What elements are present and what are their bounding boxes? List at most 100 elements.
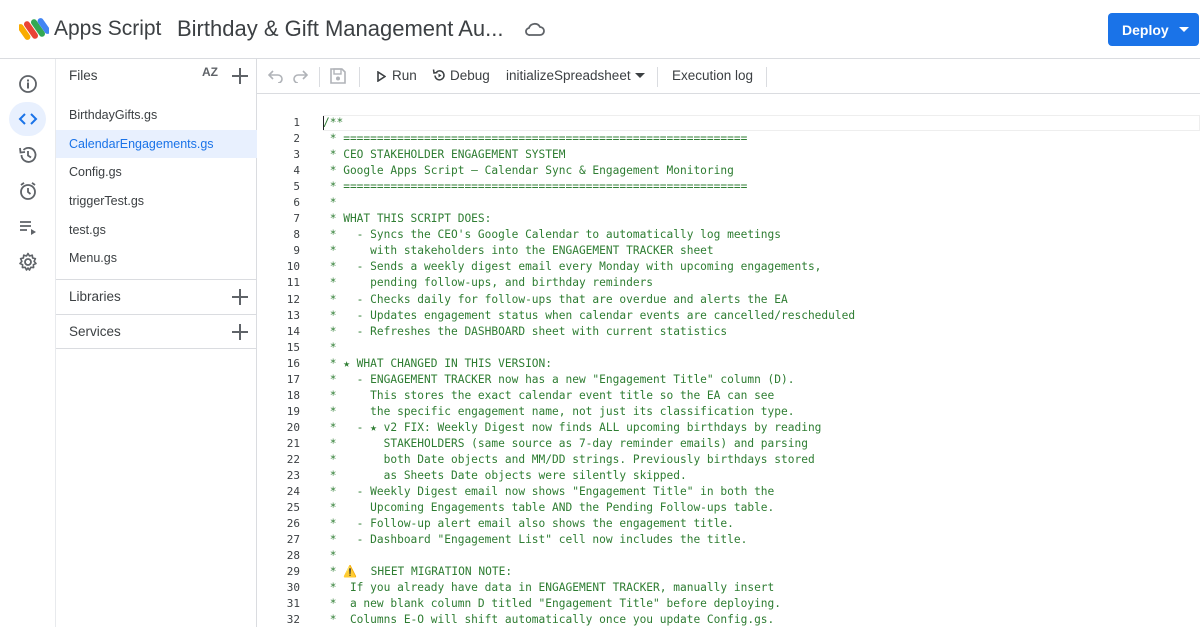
code-line[interactable]: * - Updates engagement status when calen… [323, 308, 855, 324]
line-number: 3 [293, 148, 300, 162]
line-number: 9 [293, 244, 300, 258]
code-line[interactable]: * - Dashboard "Engagement List" cell now… [323, 532, 855, 548]
code-line[interactable]: * - ENGAGEMENT TRACKER now has a new "En… [323, 372, 855, 388]
code-line[interactable]: * Upcoming Engagements table AND the Pen… [323, 500, 855, 516]
code-line[interactable]: * ★ WHAT CHANGED IN THIS VERSION: [323, 356, 855, 372]
settings-icon[interactable] [9, 245, 46, 279]
code-line[interactable]: * - Checks daily for follow-ups that are… [323, 292, 855, 308]
debug-button[interactable]: Debug [450, 68, 490, 83]
sort-az-icon[interactable]: AZ [202, 65, 218, 79]
editor-icon[interactable] [9, 102, 46, 136]
toolbar-divider [657, 67, 658, 87]
cloud-saved-icon [525, 22, 545, 36]
line-number: 28 [286, 549, 300, 563]
line-number: 26 [286, 517, 300, 531]
triggers-icon[interactable] [9, 174, 46, 208]
line-number: 19 [286, 404, 300, 418]
line-number: 6 [293, 196, 300, 210]
line-number: 32 [286, 613, 300, 627]
overview-icon[interactable] [9, 67, 46, 101]
line-number: 7 [293, 212, 300, 226]
code-line[interactable]: * - Follow-up alert email also shows the… [323, 516, 855, 532]
history-icon[interactable] [9, 138, 46, 172]
code-line[interactable]: * a new blank column D titled "Engagemen… [323, 596, 855, 612]
code-line[interactable]: * - Syncs the CEO's Google Calendar to a… [323, 227, 855, 243]
debug-icon[interactable] [432, 68, 447, 83]
file-item-active[interactable]: CalendarEngagements.gs [56, 129, 257, 159]
add-file-icon[interactable] [232, 68, 248, 84]
code-line[interactable]: * the specific engagement name, not just… [323, 404, 855, 420]
toolbar-divider [319, 67, 320, 87]
code-line[interactable]: * - ★ v2 FIX: Weekly Digest now finds AL… [323, 420, 855, 436]
line-number: 31 [286, 597, 300, 611]
line-number: 24 [286, 485, 300, 499]
add-library-icon[interactable] [232, 289, 248, 305]
undo-icon[interactable] [268, 69, 284, 83]
text-cursor [323, 116, 324, 130]
deploy-button[interactable]: Deploy [1108, 13, 1199, 46]
libraries-label: Libraries [69, 289, 121, 304]
run-icon[interactable] [377, 71, 386, 82]
app-name[interactable]: Apps Script [54, 17, 161, 41]
file-item[interactable]: triggerTest.gs [56, 187, 257, 216]
code-line[interactable]: * WHAT THIS SCRIPT DOES: [323, 211, 855, 227]
project-title[interactable]: Birthday & Gift Management Au... [177, 16, 504, 42]
code-line[interactable]: * with stakeholders into the ENGAGEMENT … [323, 243, 855, 259]
code-line[interactable]: * pending follow-ups, and birthday remin… [323, 275, 855, 291]
save-icon[interactable] [329, 67, 347, 85]
line-number: 5 [293, 180, 300, 194]
code-line[interactable]: * [323, 548, 855, 564]
line-number-gutter: 1 2 3 4 5 6 7 8 9 10 11 12 13 14 15 16 17 18 19 20 21 22 23 24 2… [257, 115, 314, 627]
code-editor[interactable]: 1 2 3 4 5 6 7 8 9 10 11 12 13 14 15 16 17 18 19 20 21 22 23 24 2… [257, 94, 1200, 627]
deploy-label: Deploy [1122, 21, 1169, 38]
code-line[interactable]: /** [323, 115, 855, 131]
line-number: 25 [286, 501, 300, 515]
run-button[interactable]: Run [392, 68, 417, 83]
file-item[interactable]: BirthdayGifts.gs [56, 101, 257, 130]
file-item[interactable]: Config.gs [56, 158, 257, 187]
code-line[interactable]: * as Sheets Date objects were silently s… [323, 468, 855, 484]
line-number: 15 [286, 340, 300, 354]
line-number: 30 [286, 581, 300, 595]
code-line[interactable]: * This stores the exact calendar event t… [323, 388, 855, 404]
code-line[interactable]: * ======================================… [323, 131, 855, 147]
files-header: Files [69, 68, 98, 83]
file-list: BirthdayGifts.gs CalendarEngagements.gs … [56, 101, 257, 273]
toolbar-divider [359, 67, 360, 87]
editor-toolbar: Run Debug initializeSpreadsheet Executio… [257, 59, 1200, 94]
chevron-down-icon [1178, 27, 1189, 32]
executions-icon[interactable] [9, 210, 46, 244]
code-line[interactable]: * - Refreshes the DASHBOARD sheet with c… [323, 324, 855, 340]
code-line[interactable]: * ======================================… [323, 179, 855, 195]
function-selector[interactable]: initializeSpreadsheet [506, 68, 631, 83]
redo-icon[interactable] [292, 69, 308, 83]
file-item[interactable]: test.gs [56, 216, 257, 245]
execution-log-button[interactable]: Execution log [672, 68, 753, 83]
chevron-down-icon[interactable] [635, 73, 645, 78]
code-line[interactable]: * Google Apps Script — Calendar Sync & E… [323, 163, 855, 179]
code-line[interactable]: * CEO STAKEHOLDER ENGAGEMENT SYSTEM [323, 147, 855, 163]
apps-script-logo-icon[interactable] [19, 17, 49, 43]
code-line[interactable]: * [323, 340, 855, 356]
code-line[interactable]: * - Sends a weekly digest email every Mo… [323, 259, 855, 275]
code-content[interactable]: /** * ==================================… [323, 115, 855, 627]
left-rail [0, 59, 55, 627]
code-line[interactable]: * STAKEHOLDERS (same source as 7-day rem… [323, 436, 855, 452]
add-service-icon[interactable] [232, 324, 248, 340]
line-number: 27 [286, 533, 300, 547]
line-number: 13 [286, 308, 300, 322]
line-number: 18 [286, 388, 300, 402]
file-item[interactable]: Menu.gs [56, 244, 257, 273]
code-line[interactable]: * If you already have data in ENGAGEMENT… [323, 580, 855, 596]
code-line[interactable]: * - Weekly Digest email now shows "Engag… [323, 484, 855, 500]
services-section[interactable]: Services [56, 314, 257, 349]
line-number: 4 [293, 164, 300, 178]
code-line[interactable]: * Columns E-O will shift automatically o… [323, 612, 855, 627]
line-number: 11 [286, 276, 300, 290]
services-label: Services [69, 324, 121, 339]
libraries-section[interactable]: Libraries [56, 279, 257, 314]
code-line[interactable]: * [323, 195, 855, 211]
code-line[interactable]: * both Date objects and MM/DD strings. P… [323, 452, 855, 468]
line-number: 20 [286, 420, 300, 434]
code-line[interactable]: * ⚠️ SHEET MIGRATION NOTE: [323, 564, 855, 580]
